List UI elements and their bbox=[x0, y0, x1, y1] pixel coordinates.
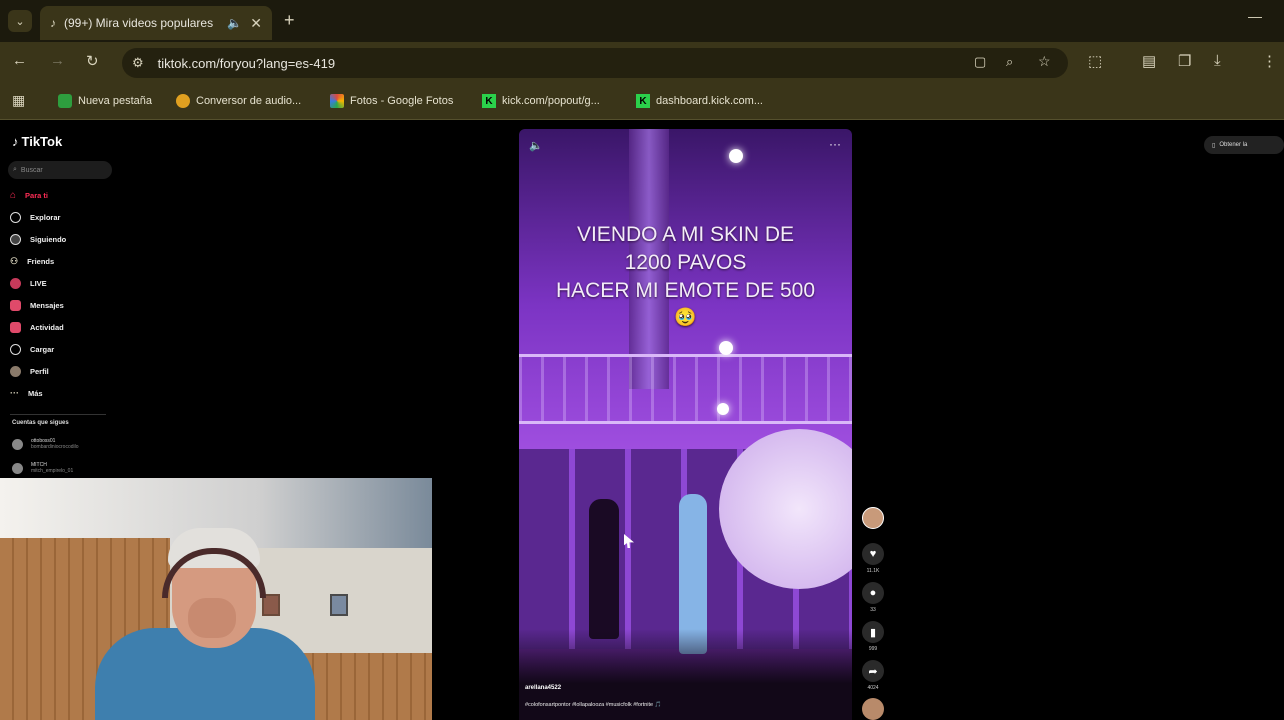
comment-button[interactable]: ● bbox=[862, 582, 884, 604]
nav-for-you[interactable]: ⌂ Para ti bbox=[10, 186, 48, 204]
music-disc[interactable] bbox=[862, 698, 884, 720]
forward-icon[interactable]: → bbox=[50, 52, 65, 69]
friends-icon: ⚇ bbox=[10, 255, 19, 266]
bookmark-item[interactable]: Kdashboard.kick.com... bbox=[636, 92, 763, 110]
zoom-icon[interactable]: ⌕ bbox=[1006, 54, 1013, 70]
more-icon: ··· bbox=[10, 388, 19, 398]
site-info-icon[interactable]: ⚙ bbox=[132, 55, 144, 71]
following-account[interactable]: ottoboss01 bombardiniocrocodilo bbox=[12, 438, 79, 450]
video-caption-line: HACER MI EMOTE DE 500 bbox=[555, 279, 816, 302]
download-icon[interactable]: ⤓ bbox=[1214, 52, 1221, 69]
tiktok-sidebar: ♪ TikTok ⌕ Buscar ⌂ Para ti Explorar Siguie… bbox=[0, 122, 118, 482]
creator-avatar[interactable] bbox=[862, 507, 884, 529]
bookmark-favicon-icon bbox=[176, 94, 190, 108]
tab-search-button[interactable]: ⌄ bbox=[8, 10, 32, 32]
share-count: 4024 bbox=[867, 685, 879, 691]
bookmark-item[interactable]: Nueva pestaña bbox=[58, 92, 152, 110]
split-screen-icon[interactable]: ▤ bbox=[1142, 52, 1156, 70]
device-icon: ▯ bbox=[1212, 142, 1216, 149]
volume-icon[interactable]: 🔈 bbox=[529, 139, 543, 152]
apps-grid-icon[interactable]: ▦ bbox=[12, 92, 25, 109]
comment-icon: ● bbox=[869, 587, 877, 599]
following-account[interactable]: MITCH mitch_empirelo_01 bbox=[12, 462, 73, 474]
google-photos-icon bbox=[330, 94, 344, 108]
nav-following[interactable]: Siguiendo bbox=[10, 230, 66, 248]
bookmark-item[interactable]: Fotos - Google Fotos bbox=[330, 92, 453, 110]
tab-title: (99+) Mira videos populares bbox=[64, 16, 214, 30]
menu-icon[interactable]: ⋮ bbox=[1262, 52, 1277, 70]
webcam-overlay bbox=[0, 478, 432, 720]
nav-profile[interactable]: Perfil bbox=[10, 362, 49, 380]
stage-light bbox=[717, 403, 729, 415]
video-author[interactable]: arellana4522 bbox=[525, 685, 561, 691]
share-button[interactable]: ➦ bbox=[862, 660, 884, 682]
url-text: tiktok.com/foryou?lang=es-419 bbox=[157, 55, 336, 71]
nav-messages[interactable]: Mensajes bbox=[10, 296, 64, 314]
bookmark-item[interactable]: Conversor de audio... bbox=[176, 92, 301, 110]
avatar bbox=[12, 462, 23, 474]
stage-light bbox=[729, 149, 743, 163]
save-button[interactable]: ▮ bbox=[862, 621, 884, 643]
upload-icon bbox=[10, 343, 21, 355]
tiktok-logo[interactable]: ♪ TikTok bbox=[12, 134, 62, 149]
nav-activity[interactable]: Actividad bbox=[10, 318, 64, 336]
like-button[interactable]: ♥ bbox=[862, 543, 884, 565]
nav-explore[interactable]: Explorar bbox=[10, 208, 60, 226]
speaker-icon[interactable]: 🔈 bbox=[227, 16, 242, 30]
tab-strip: ⌄ ♪ (99+) Mira videos populares 🔈 ✕ + — bbox=[0, 0, 1284, 42]
avatar bbox=[12, 438, 23, 450]
bookmark-icon: ▮ bbox=[869, 626, 877, 639]
star-icon[interactable]: ☆ bbox=[1038, 53, 1051, 70]
following-icon bbox=[10, 233, 21, 245]
video-caption-emoji: 🥹 bbox=[674, 307, 697, 327]
kick-icon: K bbox=[482, 94, 496, 108]
like-count: 11.1K bbox=[866, 568, 880, 574]
video-caption-line: 1200 PAVOS bbox=[624, 251, 747, 274]
search-icon: ⌕ bbox=[13, 166, 17, 173]
nav-live[interactable]: LIVE bbox=[10, 274, 47, 292]
person-hand bbox=[188, 598, 236, 638]
reload-icon[interactable]: ↻ bbox=[86, 52, 99, 70]
bookmark-item[interactable]: Kkick.com/popout/g... bbox=[482, 92, 600, 110]
nav-more[interactable]: ··· Más bbox=[10, 384, 43, 402]
address-bar[interactable]: ⚙ tiktok.com/foryou?lang=es-419 ▢ ⌕ ☆ bbox=[122, 48, 1068, 78]
live-icon bbox=[10, 277, 21, 289]
messages-icon bbox=[10, 299, 21, 311]
avatar bbox=[10, 365, 21, 377]
wall-picture bbox=[330, 594, 348, 616]
stage-balcony bbox=[519, 354, 852, 424]
dancer bbox=[589, 499, 619, 639]
minimize-icon[interactable]: — bbox=[1248, 8, 1262, 24]
following-accounts-title: Cuentas que sigues bbox=[12, 420, 69, 426]
share-icon: ➦ bbox=[868, 665, 878, 678]
tiktok-favicon-icon: ♪ bbox=[50, 16, 56, 30]
home-icon: ⌂ bbox=[10, 189, 17, 201]
active-tab[interactable]: ♪ (99+) Mira videos populares 🔈 ✕ bbox=[40, 6, 272, 40]
install-app-icon[interactable]: ▢ bbox=[974, 54, 986, 70]
heart-icon: ♥ bbox=[869, 548, 877, 560]
save-count: 999 bbox=[868, 646, 878, 652]
extensions-icon[interactable]: ⬚ bbox=[1088, 52, 1102, 70]
nav-friends[interactable]: ⚇ Friends bbox=[10, 252, 54, 270]
activity-icon bbox=[10, 321, 21, 333]
bookmark-favicon-icon bbox=[58, 94, 72, 108]
back-icon[interactable]: ← bbox=[12, 52, 27, 69]
kick-icon: K bbox=[636, 94, 650, 108]
video-description: #colofonsartpontor #lollapalooza #musicf… bbox=[525, 702, 662, 708]
compass-icon bbox=[10, 211, 21, 223]
favorites-icon[interactable]: ❐ bbox=[1178, 52, 1191, 70]
divider bbox=[10, 414, 106, 415]
comment-count: 33 bbox=[870, 607, 876, 613]
more-options-icon[interactable]: ··· bbox=[829, 137, 841, 151]
new-tab-button[interactable]: + bbox=[284, 10, 295, 31]
search-input[interactable]: ⌕ Buscar bbox=[8, 161, 112, 179]
stage-light bbox=[719, 341, 733, 355]
video-player[interactable]: 🔈 ··· VIENDO A MI SKIN DE 1200 PAVOS HAC… bbox=[519, 129, 852, 720]
nav-upload[interactable]: Cargar bbox=[10, 340, 54, 358]
get-app-button[interactable]: ▯ Obtener la bbox=[1204, 136, 1284, 154]
close-tab-icon[interactable]: ✕ bbox=[250, 15, 262, 32]
wood-panel bbox=[300, 653, 432, 720]
video-caption-line: VIENDO A MI SKIN DE bbox=[576, 223, 795, 246]
tiktok-note-icon: ♪ bbox=[12, 134, 19, 149]
